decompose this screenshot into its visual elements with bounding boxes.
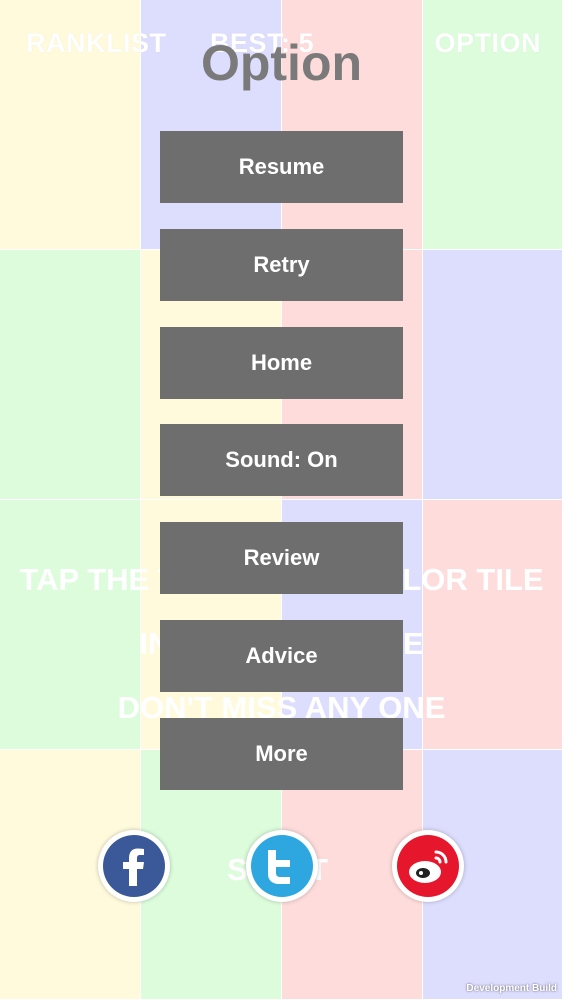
facebook-share-button[interactable]	[98, 830, 170, 902]
twitter-share-button[interactable]	[246, 830, 318, 902]
sound-toggle-button[interactable]: Sound: On	[160, 424, 403, 496]
weibo-share-button[interactable]	[392, 830, 464, 902]
resume-button[interactable]: Resume	[160, 131, 403, 203]
retry-button[interactable]: Retry	[160, 229, 403, 301]
home-button[interactable]: Home	[160, 327, 403, 399]
advice-button[interactable]: Advice	[160, 620, 403, 692]
dialog-title: Option	[200, 35, 363, 91]
more-button[interactable]: More	[160, 718, 403, 790]
facebook-icon	[103, 835, 165, 897]
weibo-icon	[397, 835, 459, 897]
review-button[interactable]: Review	[160, 522, 403, 594]
development-build-label: Development Build	[466, 983, 557, 994]
twitter-icon	[251, 835, 313, 897]
